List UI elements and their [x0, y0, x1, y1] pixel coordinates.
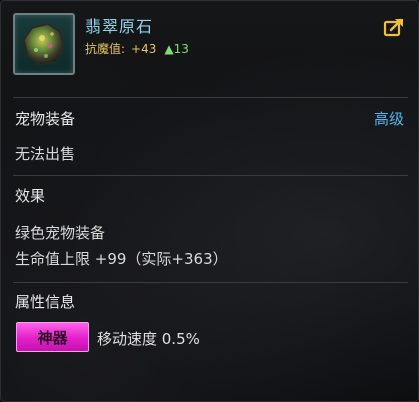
tooltip-header: 翡翠原石 抗魔值: +43 ▲13 [1, 1, 418, 93]
equipment-type: 绿色宠物装备 [15, 224, 106, 242]
equipment-section-title: 宠物装备 [15, 110, 76, 128]
item-icon-frame [13, 13, 75, 75]
resist-stat-value: +43 [131, 42, 157, 56]
effect-section-title: 效果 [15, 187, 46, 205]
divider [13, 97, 408, 98]
sell-status: 无法出售 [15, 145, 76, 163]
divider [13, 282, 408, 283]
resist-stat-label: 抗魔值: [85, 42, 126, 56]
item-tooltip-panel: 翡翠原石 抗魔值: +43 ▲13 宠物装备 高级 无法出售 效果 绿色宠物装备 生… [0, 0, 419, 402]
attributes-section-title: 属性信息 [15, 293, 76, 311]
artifact-badge: 神器 [16, 322, 89, 352]
jade-gem-icon [23, 23, 65, 66]
resist-stat: 抗魔值: +43 ▲13 [85, 40, 189, 57]
resist-stat-upgrade: ▲13 [164, 42, 189, 56]
item-name: 翡翠原石 [85, 17, 154, 36]
share-button[interactable] [383, 17, 405, 37]
move-speed-attribute: 移动速度 0.5% [97, 330, 200, 348]
divider [13, 175, 408, 176]
grade-label: 高级 [373, 110, 404, 128]
share-external-icon [383, 18, 403, 37]
effect-detail: 生命值上限 +99（实际+363） [15, 250, 228, 268]
